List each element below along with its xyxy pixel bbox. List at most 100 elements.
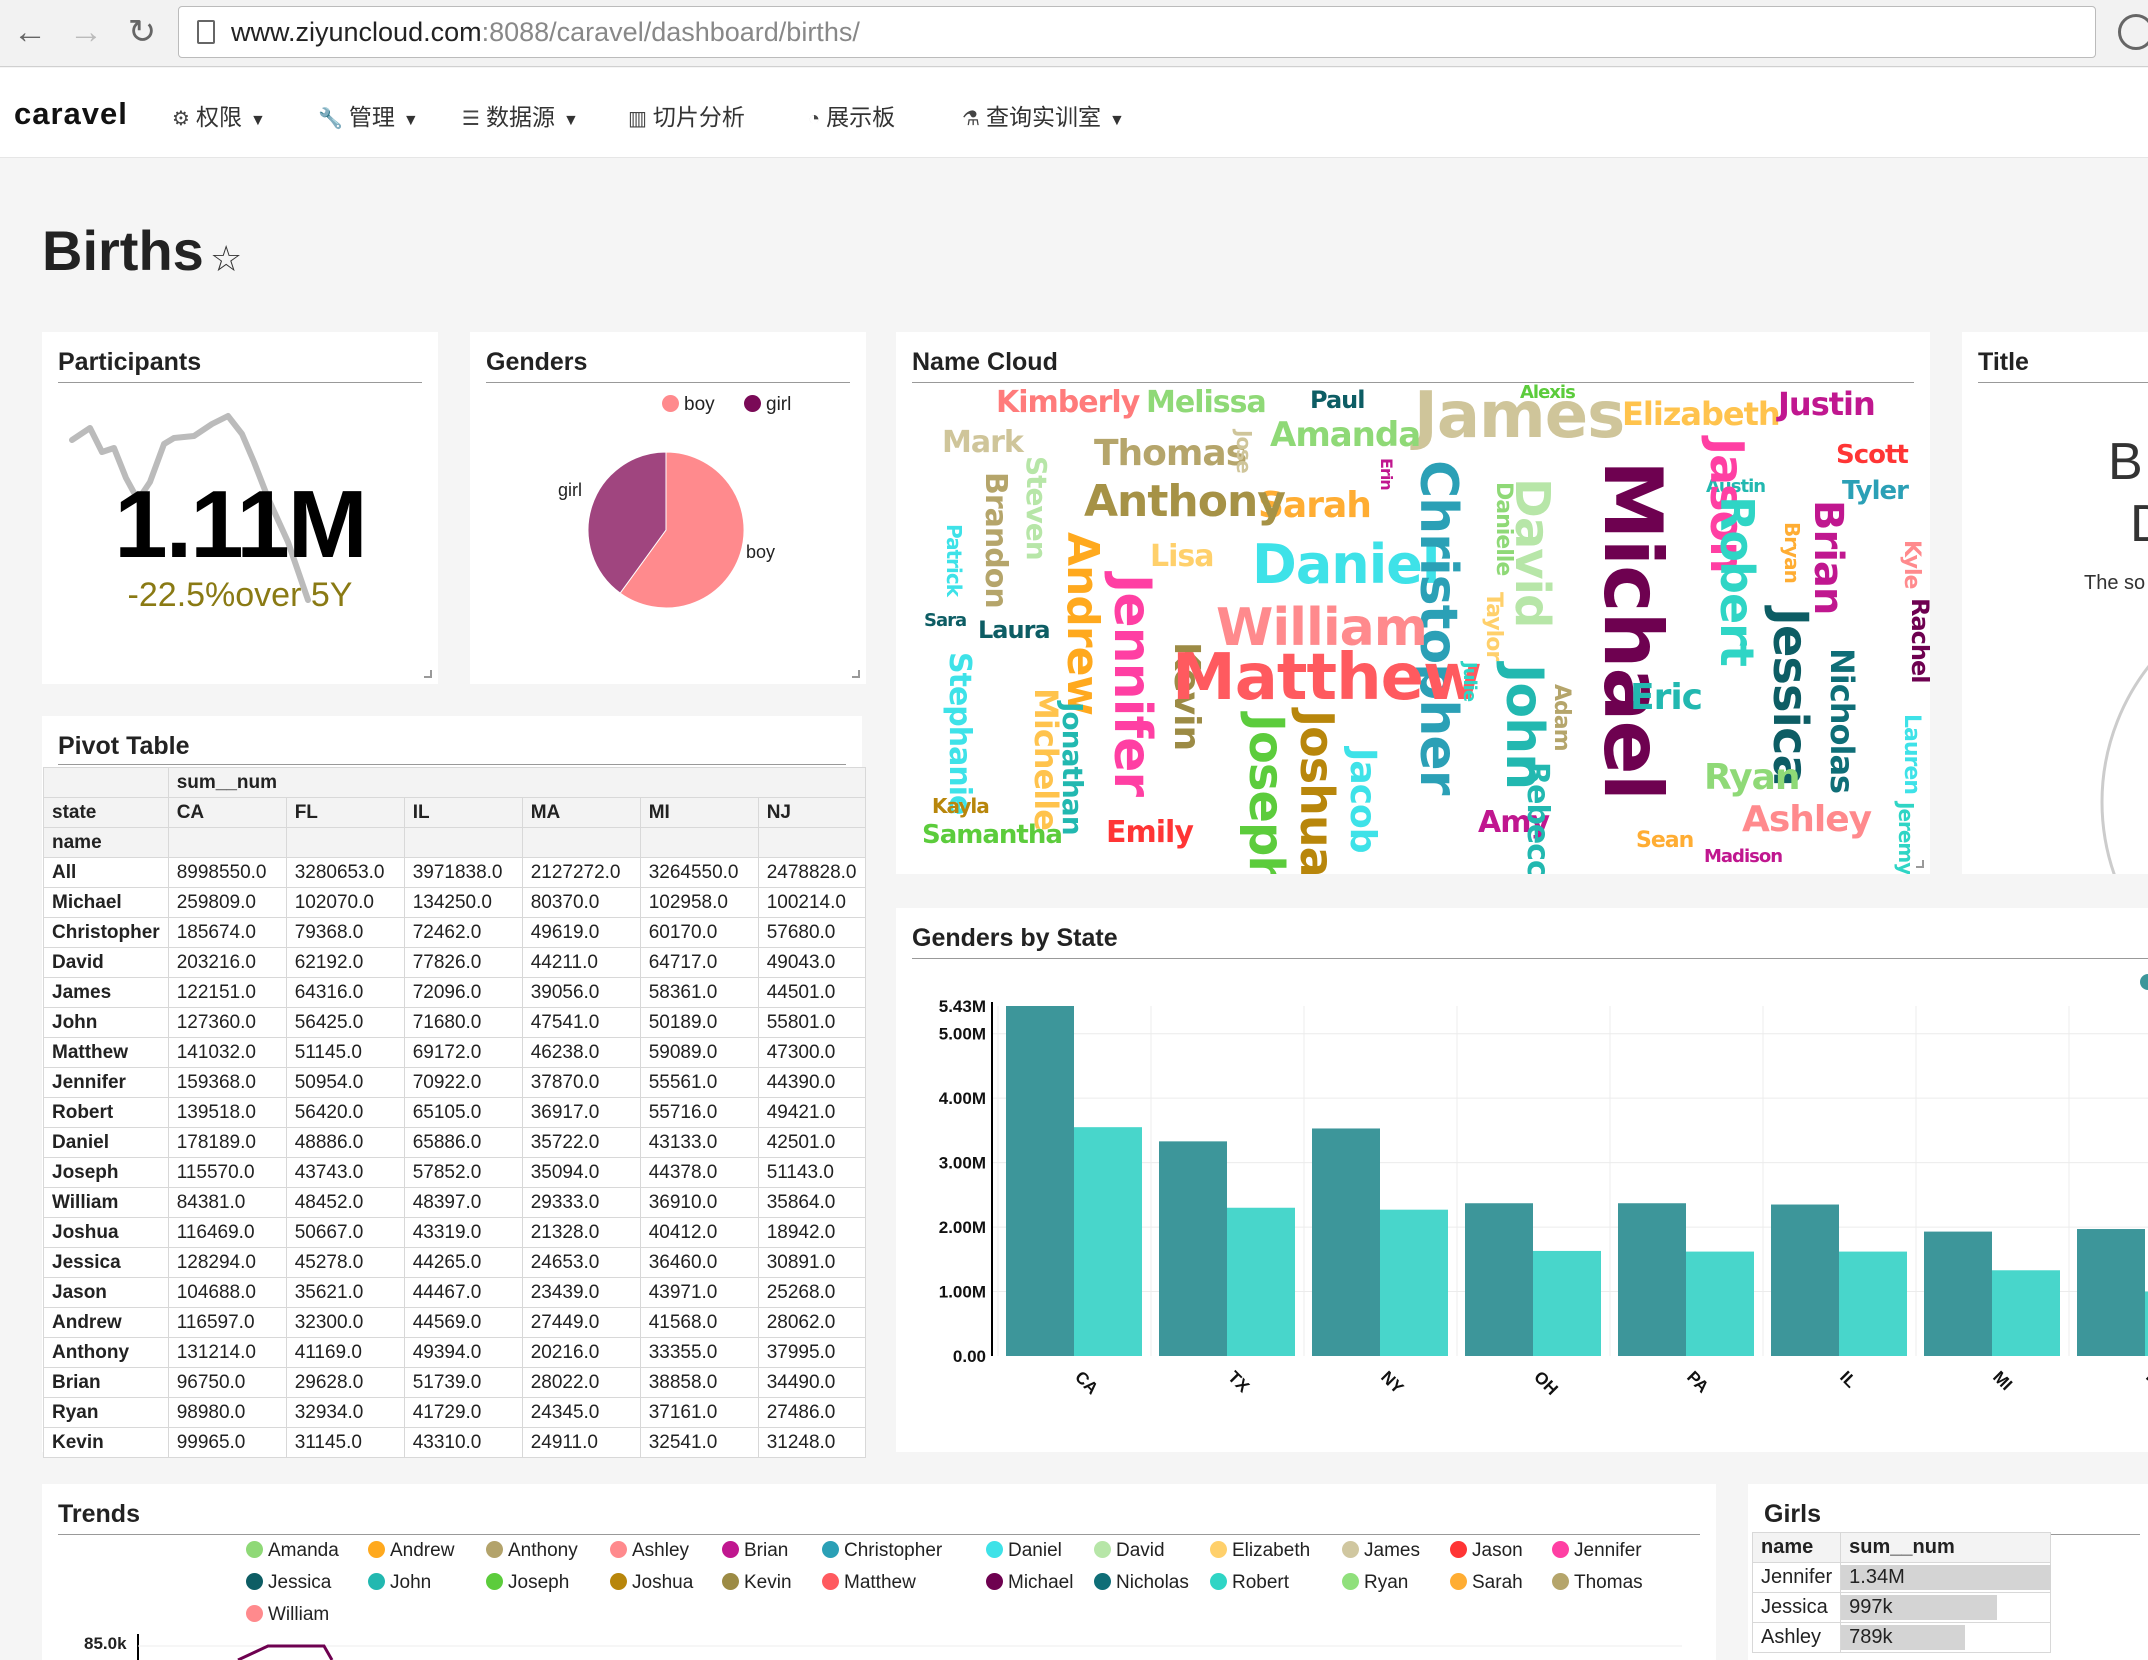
pivot-cell: 49043.0: [757, 947, 866, 978]
bar-series2-pa[interactable]: [1686, 1251, 1754, 1356]
cloud-word: Madison: [1704, 846, 1783, 867]
pivot-cell: 27449.0: [521, 1307, 641, 1338]
bar-series1-ca[interactable]: [1006, 1006, 1074, 1356]
pivot-cell: 128294.0: [167, 1247, 287, 1278]
table-row: Andrew 116597.0 32300.0 44569.0 27449.0 41568…: [43, 1307, 866, 1338]
pivot-blank[interactable]: [639, 827, 759, 858]
flask-icon: ⚗: [962, 108, 980, 130]
pivot-cell: 29628.0: [285, 1367, 405, 1398]
resize-handle[interactable]: [424, 670, 432, 678]
pivot-blank[interactable]: [521, 827, 641, 858]
pivot-blank[interactable]: [285, 827, 405, 858]
pivot-row-name: Robert: [43, 1097, 169, 1128]
pivot-cell: 203216.0: [167, 947, 287, 978]
chevron-down-icon: ▼: [249, 112, 266, 129]
menu-sql-lab[interactable]: ⚗ 查询实训室 ▼: [962, 98, 1125, 132]
pivot-cell: 84381.0: [167, 1187, 287, 1218]
pivot-cell: 43133.0: [639, 1127, 759, 1158]
pivot-blank[interactable]: [757, 827, 866, 858]
bar-series2-ca[interactable]: [1074, 1127, 1142, 1356]
pivot-cell: 58361.0: [639, 977, 759, 1008]
pivot-cell: 3280653.0: [285, 857, 405, 888]
cloud-word: Adam: [1549, 684, 1574, 751]
pivot-corner[interactable]: [43, 767, 169, 798]
cloud-word: Kimberly: [996, 385, 1140, 420]
pivot-blank[interactable]: [167, 827, 287, 858]
x-tick-label: FL: [2142, 1367, 2148, 1395]
name-cloud-title: Name Cloud: [912, 348, 1058, 376]
pivot-cell: 49619.0: [521, 917, 641, 948]
bar-series1-tx[interactable]: [1159, 1141, 1227, 1356]
pivot-cell: 64316.0: [285, 977, 405, 1008]
cloud-word: Amanda: [1270, 415, 1421, 455]
pivot-row-label[interactable]: name: [43, 827, 169, 858]
pivot-row-name: Daniel: [43, 1127, 169, 1158]
resize-handle[interactable]: [852, 670, 860, 678]
girls-header-sum[interactable]: sum__num: [1840, 1532, 2052, 1563]
menu-dashboards[interactable]: ◔ 展示板: [808, 98, 895, 132]
genders-by-state-chart: 0.00 1.00M 2.00M 3.00M 4.00M 5.00M 5.43M CA TX NY…: [939, 997, 2148, 1399]
pivot-col-fl[interactable]: FL: [285, 797, 405, 828]
pivot-cell: 51145.0: [285, 1037, 405, 1068]
bar-series2-il[interactable]: [1839, 1251, 1907, 1356]
panel-divider: [58, 764, 846, 765]
bar-series1-il[interactable]: [1771, 1204, 1839, 1356]
cloud-word: Justin: [1778, 385, 1876, 423]
pivot-col-label[interactable]: state: [43, 797, 169, 828]
pivot-cell: 44467.0: [403, 1277, 523, 1308]
bar-series1-ny[interactable]: [1312, 1128, 1380, 1356]
browser-menu-icon[interactable]: [2118, 14, 2148, 50]
pivot-cell: 178189.0: [167, 1127, 287, 1158]
cloud-word: Eric: [1630, 677, 1703, 718]
bar-series2-oh[interactable]: [1533, 1250, 1601, 1356]
pivot-cell: 44378.0: [639, 1157, 759, 1188]
menu-manage[interactable]: 🔧 管理 ▼: [318, 98, 419, 132]
pivot-cell: 50954.0: [285, 1067, 405, 1098]
pivot-cell: 44501.0: [757, 977, 866, 1008]
pivot-cell: 47541.0: [521, 1007, 641, 1038]
cloud-word: Samantha: [922, 820, 1063, 850]
pivot-cell: 24345.0: [521, 1397, 641, 1428]
pivot-cell: 35621.0: [285, 1277, 405, 1308]
bar-series1-oh[interactable]: [1465, 1203, 1533, 1356]
chevron-down-icon: ▼: [1108, 112, 1125, 129]
pivot-value-header[interactable]: sum__num: [167, 767, 866, 798]
menu-sources[interactable]: ☰ 数据源 ▼: [462, 98, 579, 132]
pivot-cell: 42501.0: [757, 1127, 866, 1158]
forward-icon[interactable]: →: [66, 12, 106, 52]
browser-toolbar: ← → ↻ www.ziyuncloud.com:8088/caravel/da…: [0, 0, 2148, 67]
bar-series1-pa[interactable]: [1618, 1203, 1686, 1356]
resize-handle[interactable]: [1916, 860, 1924, 868]
back-icon[interactable]: ←: [10, 12, 50, 52]
bar-series2-mi[interactable]: [1992, 1270, 2060, 1356]
pivot-cell: 35722.0: [521, 1127, 641, 1158]
menu-security[interactable]: ⚙ 权限 ▼: [172, 98, 266, 132]
pivot-col-nj[interactable]: NJ: [757, 797, 866, 828]
pivot-row-name: Anthony: [43, 1337, 169, 1368]
pivot-cell: 134250.0: [403, 887, 523, 918]
pivot-col-ca[interactable]: CA: [167, 797, 287, 828]
bar-series1-fl[interactable]: [2077, 1229, 2145, 1356]
gears-icon: ⚙: [172, 108, 190, 130]
pivot-blank[interactable]: [403, 827, 523, 858]
pivot-cell: 127360.0: [167, 1007, 287, 1038]
brand-logo[interactable]: caravel: [14, 96, 128, 132]
star-icon[interactable]: ☆: [210, 238, 242, 280]
pivot-col-ma[interactable]: MA: [521, 797, 641, 828]
pivot-cell: 37870.0: [521, 1067, 641, 1098]
pivot-cell: 102070.0: [285, 887, 405, 918]
bar-series2-tx[interactable]: [1227, 1207, 1295, 1356]
url-bar[interactable]: www.ziyuncloud.com:8088/caravel/dashboar…: [178, 6, 2096, 58]
cloud-word: Julie: [1459, 662, 1480, 702]
cloud-word: Sara: [924, 610, 967, 631]
pivot-col-mi[interactable]: MI: [639, 797, 759, 828]
wrench-icon: 🔧: [318, 108, 343, 130]
menu-slices[interactable]: ▥ 切片分析: [628, 98, 745, 132]
pivot-cell: 44265.0: [403, 1247, 523, 1278]
girls-header-name[interactable]: name: [1751, 1532, 1842, 1563]
bar-series2-ny[interactable]: [1380, 1209, 1448, 1356]
reload-icon[interactable]: ↻: [122, 12, 162, 52]
pivot-cell: 100214.0: [757, 887, 866, 918]
bar-series1-mi[interactable]: [1924, 1231, 1992, 1356]
pivot-col-il[interactable]: IL: [403, 797, 523, 828]
